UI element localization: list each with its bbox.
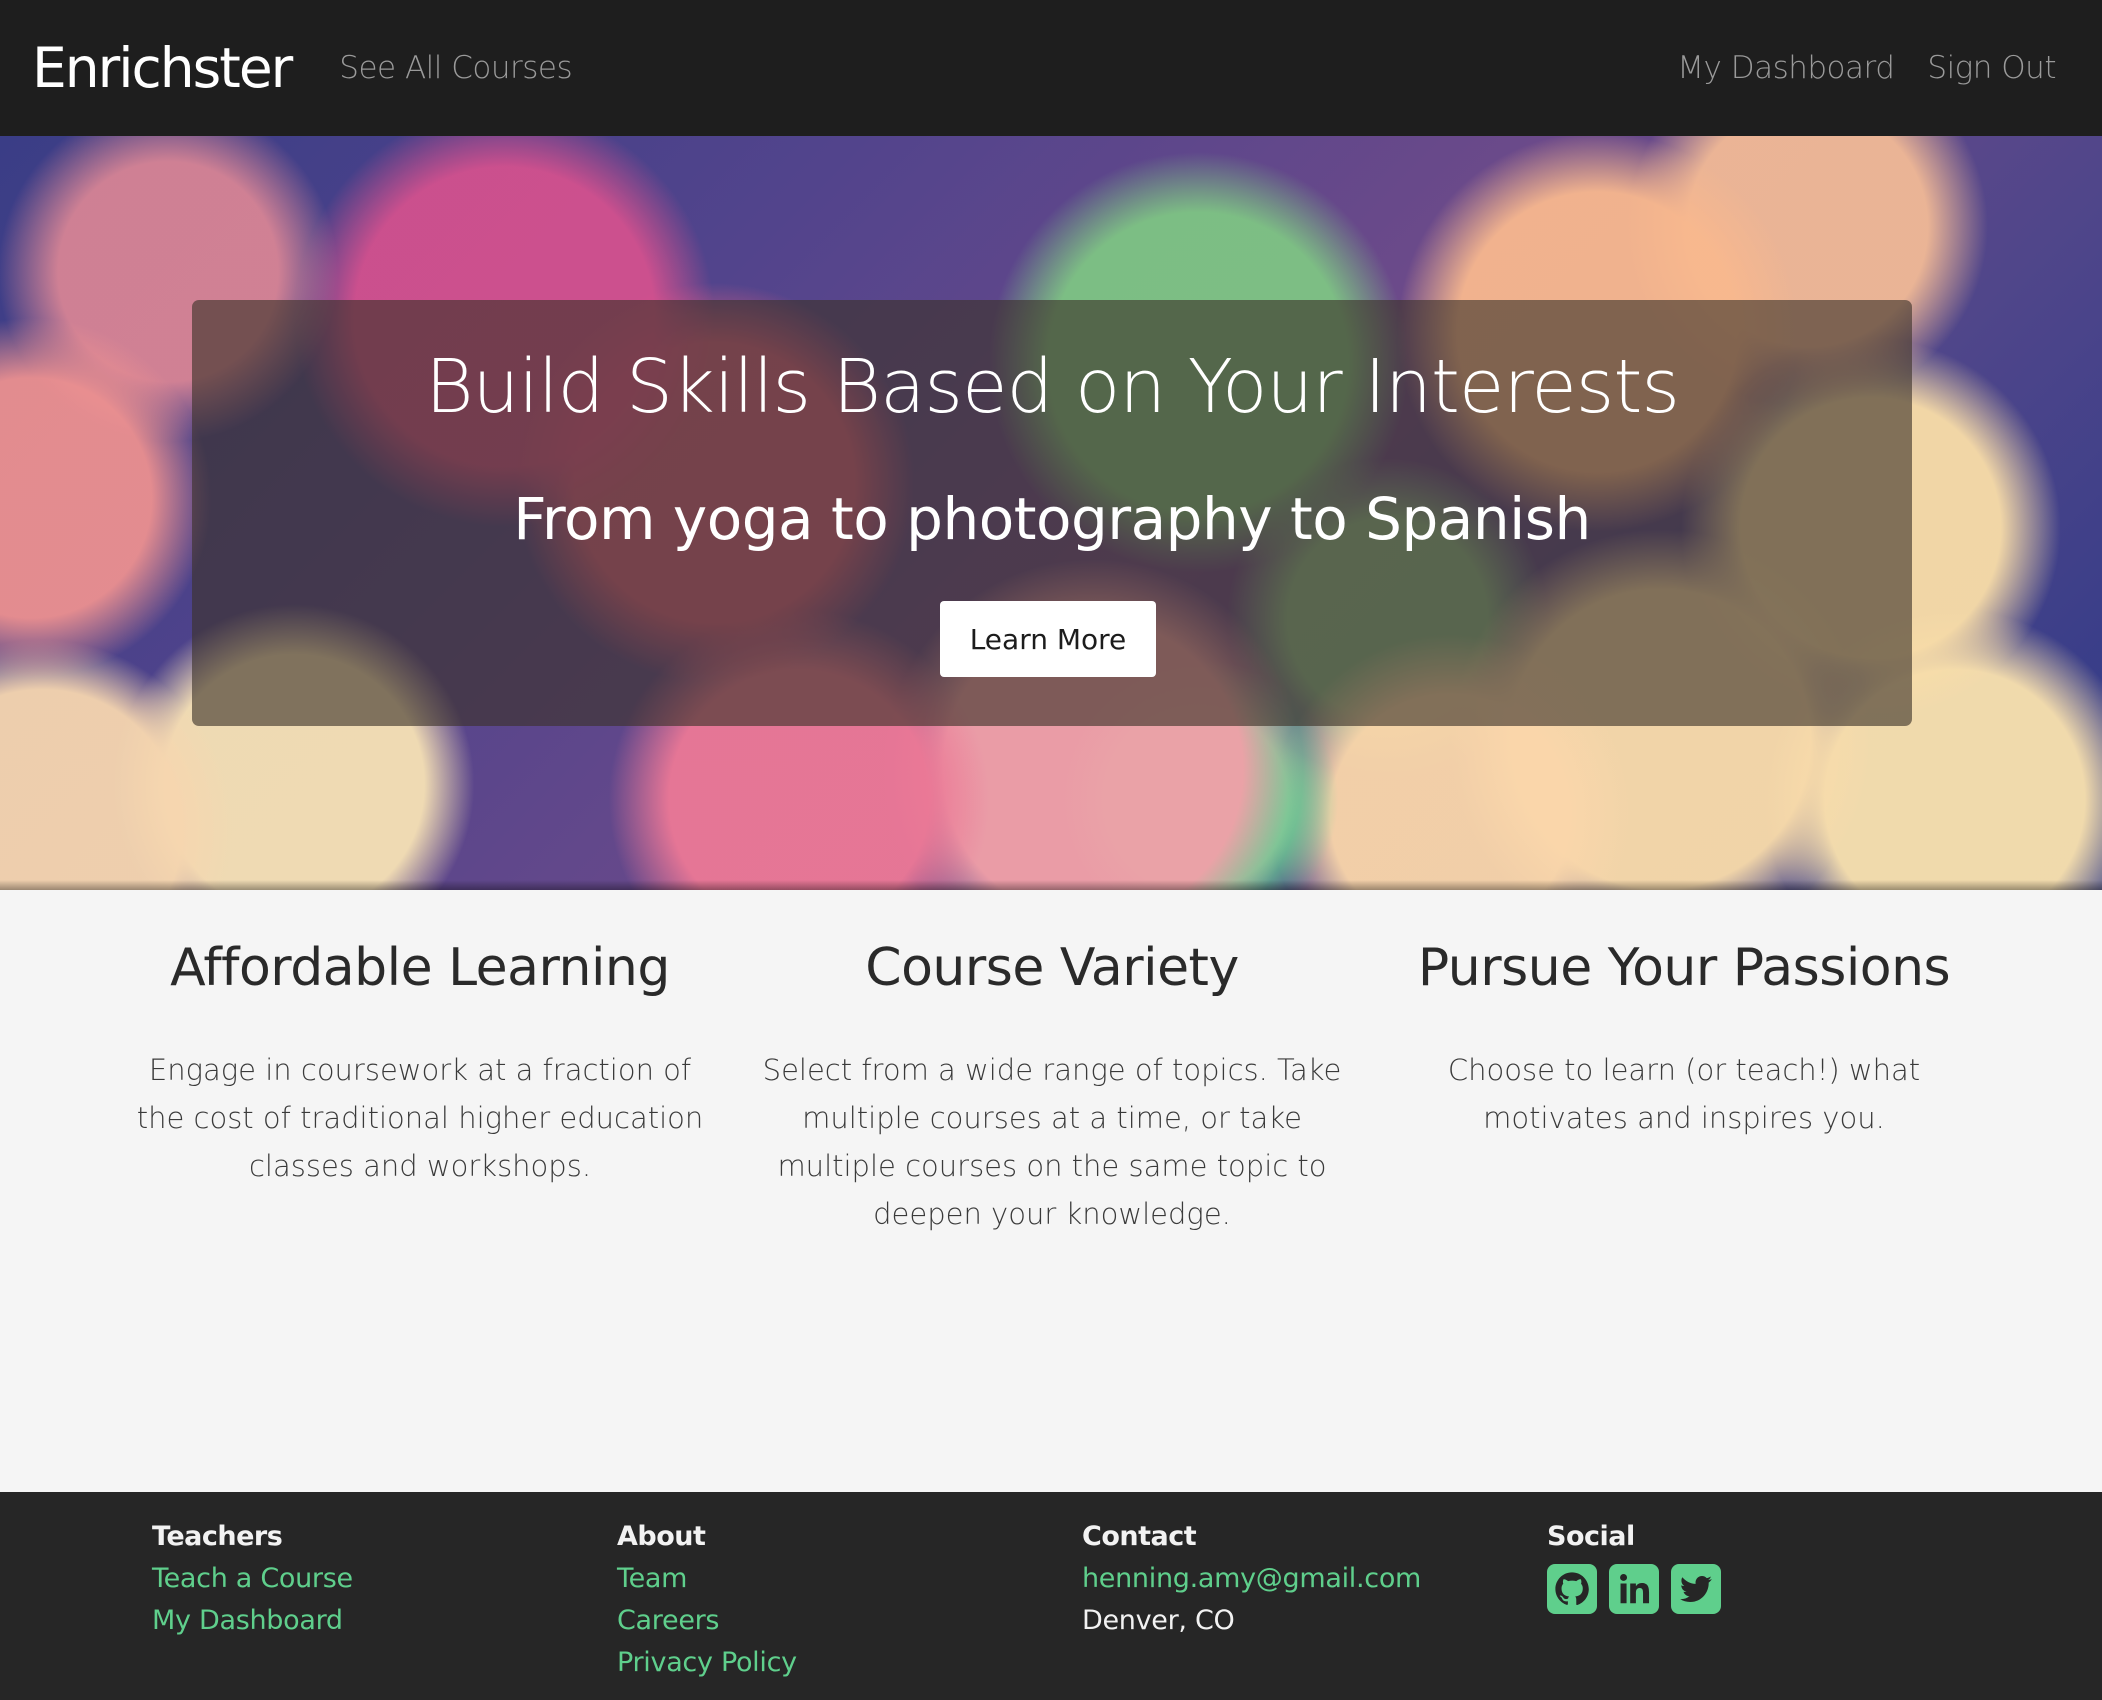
footer-contact-heading: Contact <box>1082 1521 1197 1552</box>
privacy-policy-link[interactable]: Privacy Policy <box>617 1642 797 1684</box>
hero-overlay-box: Build Skills Based on Your Interests Fro… <box>192 300 1912 726</box>
linkedin-icon[interactable] <box>1609 1564 1659 1614</box>
contact-location: Denver, CO <box>1082 1605 1235 1636</box>
footer-teachers-heading: Teachers <box>152 1521 283 1552</box>
twitter-icon[interactable] <box>1671 1564 1721 1614</box>
footer-teachers-column: Teachers Teach a Course My Dashboard <box>152 1516 353 1642</box>
footer-about-heading: About <box>617 1521 706 1552</box>
features-section: Affordable Learning Engage in coursework… <box>130 890 2030 1490</box>
hero-subtitle: From yoga to photography to Spanish <box>513 485 1591 553</box>
top-navbar: Enrichster See All Courses My Dashboard … <box>0 0 2102 136</box>
footer-social-column: Social <box>1547 1516 1721 1614</box>
footer-my-dashboard-link[interactable]: My Dashboard <box>152 1600 353 1642</box>
hero-banner: Build Skills Based on Your Interests Fro… <box>0 136 2102 890</box>
careers-link[interactable]: Careers <box>617 1600 797 1642</box>
feature-title: Pursue Your Passions <box>1417 938 1951 998</box>
github-icon[interactable] <box>1547 1564 1597 1614</box>
footer-about-column: About Team Careers Privacy Policy <box>617 1516 797 1684</box>
feature-title: Course Variety <box>865 938 1239 998</box>
feature-description: Choose to learn (or teach!) what motivat… <box>1447 1053 1921 1135</box>
brand-logo-link[interactable]: Enrichster <box>32 36 293 100</box>
team-link[interactable]: Team <box>617 1558 797 1600</box>
sign-out-link[interactable]: Sign Out <box>1927 50 2056 86</box>
feature-description: Select from a wide range of topics. Take… <box>762 1053 1342 1231</box>
contact-email-link[interactable]: henning.amy@gmail.com <box>1082 1558 1421 1600</box>
footer-contact-column: Contact henning.amy@gmail.com Denver, CO <box>1082 1516 1421 1642</box>
learn-more-button[interactable]: Learn More <box>940 601 1156 677</box>
nav-right-group: My Dashboard Sign Out <box>1677 50 2056 86</box>
hero-title: Build Skills Based on Your Interests <box>425 344 1680 430</box>
social-icons-group <box>1547 1564 1721 1614</box>
footer-social-heading: Social <box>1547 1521 1635 1552</box>
my-dashboard-link[interactable]: My Dashboard <box>1677 50 1895 86</box>
teach-a-course-link[interactable]: Teach a Course <box>152 1558 353 1600</box>
feature-description: Engage in coursework at a fraction of th… <box>136 1053 704 1183</box>
see-all-courses-link[interactable]: See All Courses <box>339 50 572 86</box>
page-footer: Teachers Teach a Course My Dashboard Abo… <box>0 1492 2102 1700</box>
feature-title: Affordable Learning <box>170 938 670 998</box>
